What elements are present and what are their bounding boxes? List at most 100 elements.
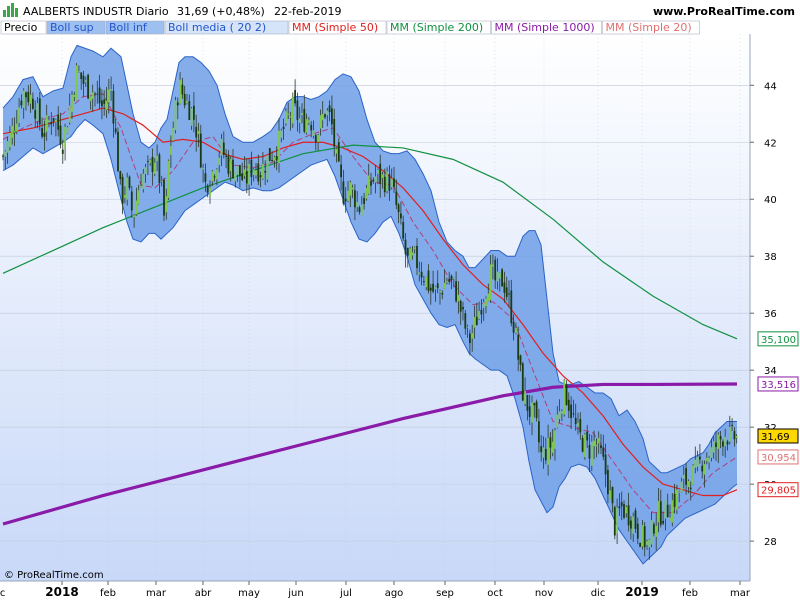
candle-body-172 — [397, 204, 400, 213]
candle-body-96 — [222, 142, 225, 155]
candle-body-97 — [225, 155, 227, 157]
candle-body-121 — [280, 130, 283, 138]
candle-body-196 — [452, 277, 455, 279]
candle-body-118 — [273, 157, 276, 161]
candle-body-296 — [682, 474, 685, 479]
candle-body-40 — [94, 93, 96, 95]
candle-body-283 — [653, 524, 655, 534]
candle-body-154 — [356, 201, 359, 208]
candle-body-189 — [436, 283, 439, 289]
candle-body-164 — [379, 163, 382, 185]
candle-body-257 — [593, 440, 595, 447]
candle-body-185 — [427, 270, 430, 291]
site-link[interactable]: www.ProRealTime.com — [653, 5, 795, 18]
price-tag-1: 33,516 — [761, 380, 796, 391]
candle-body-312 — [719, 436, 722, 440]
candle-body-109 — [252, 169, 255, 176]
candle-body-294 — [678, 491, 681, 493]
candle-body-148 — [342, 181, 345, 204]
candle-body-92 — [213, 176, 216, 178]
price-tag-4: 29,805 — [761, 486, 796, 497]
candle-body-37 — [87, 74, 89, 99]
candle-body-140 — [324, 114, 326, 118]
candle-body-0 — [2, 155, 4, 157]
candle-body-222 — [512, 322, 515, 333]
candle-body-219 — [505, 287, 508, 297]
candle-body-112 — [259, 175, 262, 178]
candle-body-179 — [413, 247, 416, 249]
candle-body-46 — [107, 89, 110, 103]
candle-body-272 — [627, 505, 630, 526]
candle-body-133 — [308, 120, 310, 123]
candle-body-225 — [519, 355, 522, 365]
candle-body-186 — [429, 287, 432, 291]
candle-body-101 — [234, 172, 237, 182]
candle-body-174 — [402, 221, 405, 239]
candle-body-319 — [735, 435, 738, 439]
candle-body-244 — [563, 380, 566, 415]
candle-body-250 — [577, 422, 579, 427]
candle-body-277 — [639, 542, 641, 547]
candle-body-11 — [27, 91, 30, 103]
candle-body-131 — [303, 108, 306, 132]
candle-body-125 — [289, 116, 292, 118]
candle-body-136 — [314, 135, 317, 143]
candle-body-130 — [301, 113, 303, 115]
price-chart[interactable]: AALBERTS INDUSTR Diario 31,69 (+0,48%) 2… — [0, 0, 800, 600]
candle-body-105 — [243, 169, 246, 176]
candle-body-223 — [515, 327, 517, 334]
candle-body-233 — [538, 421, 540, 443]
y-tick-label-6: 40 — [764, 195, 777, 206]
candle-body-142 — [328, 105, 331, 113]
candle-body-6 — [15, 123, 18, 132]
candle-body-263 — [607, 469, 609, 495]
candle-body-252 — [581, 438, 584, 452]
candle-body-9 — [22, 90, 25, 108]
candle-body-199 — [459, 300, 462, 312]
candle-body-267 — [616, 507, 618, 534]
candle-body-232 — [535, 401, 538, 418]
candle-body-293 — [676, 489, 678, 510]
candle-body-167 — [386, 171, 388, 192]
candle-body-29 — [68, 105, 71, 123]
candle-body-22 — [52, 117, 55, 122]
candle-body-227 — [524, 390, 526, 405]
candle-body-193 — [446, 281, 448, 283]
candle-body-203 — [469, 333, 471, 344]
candle-body-122 — [282, 126, 285, 130]
candle-body-93 — [216, 169, 218, 180]
candle-body-66 — [153, 162, 156, 174]
candle-body-117 — [271, 159, 273, 161]
candle-body-87 — [202, 168, 204, 170]
candle-body-184 — [425, 277, 428, 288]
quote: 31,69 (+0,48%) — [177, 5, 265, 18]
candle-body-298 — [687, 480, 690, 487]
candle-body-73 — [170, 146, 172, 155]
candle-body-307 — [708, 457, 710, 463]
candle-body-120 — [278, 130, 280, 164]
candle-body-48 — [112, 90, 115, 124]
candle-body-81 — [188, 101, 191, 120]
candle-body-30 — [71, 94, 73, 112]
candle-body-139 — [321, 114, 324, 121]
candle-body-169 — [390, 178, 393, 188]
candle-body-211 — [487, 293, 490, 301]
candle-body-221 — [510, 290, 513, 324]
candle-body-20 — [48, 120, 50, 123]
candle-body-90 — [209, 187, 211, 197]
candle-body-45 — [105, 100, 108, 110]
candle-body-67 — [156, 155, 158, 162]
candle-body-111 — [257, 163, 260, 182]
legend-label-6: MM (Simple 1000) — [495, 21, 595, 34]
candle-body-208 — [480, 309, 483, 315]
candle-body-276 — [636, 523, 639, 539]
candle-body-246 — [567, 399, 570, 411]
candle-body-8 — [20, 100, 23, 106]
candle-body-102 — [236, 165, 239, 175]
candle-body-316 — [728, 426, 731, 442]
candle-body-123 — [285, 111, 287, 124]
candle-body-106 — [245, 171, 248, 184]
candle-body-135 — [312, 130, 315, 136]
candle-body-61 — [142, 173, 145, 190]
candle-body-119 — [275, 156, 278, 161]
